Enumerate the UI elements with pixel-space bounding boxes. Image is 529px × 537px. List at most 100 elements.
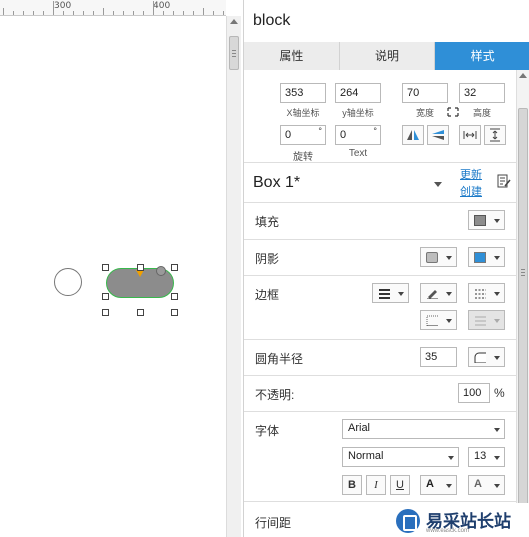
chevron-down-icon [398, 292, 404, 296]
resize-handle-se[interactable] [171, 309, 178, 316]
border-row: 边框 [244, 275, 517, 339]
tab-properties[interactable]: 属性 [244, 42, 340, 70]
lock-aspect-icon[interactable] [447, 106, 459, 117]
font-size-select[interactable]: 13 [468, 447, 505, 467]
font-color-label: A [426, 478, 434, 490]
inspector-panel: block 属性 说明 样式 353 X轴坐标 264 y轴坐标 70 宽度 3… [243, 0, 529, 537]
corner-radius-handle[interactable] [136, 270, 144, 277]
fill-color-swatch [474, 215, 486, 226]
text-rotation-value: 0 [340, 129, 347, 141]
border-visibility-dropdown[interactable] [420, 310, 457, 330]
ruler-tick [213, 11, 214, 15]
chevron-down-icon [494, 428, 500, 432]
shadow-row: 阴影 [244, 239, 517, 275]
corner-radius-row: 圆角半径 35 [244, 339, 517, 375]
border-thickness-dropdown[interactable] [372, 283, 409, 303]
chevron-down-icon [446, 319, 452, 323]
font-color-dropdown[interactable]: A [420, 475, 457, 495]
flip-vertical-icon[interactable] [427, 125, 449, 145]
chevron-down-icon [494, 356, 500, 360]
opacity-label: 不透明: [255, 388, 295, 402]
horizontal-ruler: 300 400 [0, 0, 226, 16]
rotation-handle[interactable] [156, 266, 166, 276]
width-input[interactable]: 70 [402, 83, 448, 103]
ruler-tick [103, 8, 104, 15]
resize-handle-nw[interactable] [102, 264, 109, 271]
fill-label: 填充 [255, 215, 280, 229]
fill-color-dropdown[interactable] [468, 210, 505, 230]
resize-handle-n[interactable] [137, 264, 144, 271]
ruler-tick [203, 8, 204, 15]
border-sides-icon [426, 315, 438, 326]
opacity-row: 不透明: 100 % [244, 375, 517, 411]
chevron-down-icon [446, 292, 452, 296]
style-name-dropdown-icon[interactable] [434, 182, 442, 187]
inspector-tabs: 属性 说明 样式 [244, 42, 529, 70]
inner-shadow-dropdown[interactable] [468, 247, 505, 267]
font-style-select[interactable]: Normal [342, 447, 459, 467]
ruler-tick [193, 11, 194, 15]
y-coordinate-input[interactable]: 264 [335, 83, 381, 103]
chevron-down-icon [446, 484, 452, 488]
resize-handle-ne[interactable] [171, 264, 178, 271]
panel-scroll-thumb[interactable] [518, 108, 528, 508]
update-style-link[interactable]: 更新 [460, 166, 482, 182]
resize-handle-w[interactable] [102, 293, 109, 300]
chevron-down-icon [448, 456, 454, 460]
flip-horizontal-icon[interactable] [402, 125, 424, 145]
watermark-logo [396, 509, 420, 533]
resize-handle-e[interactable] [171, 293, 178, 300]
chevron-down-icon [494, 256, 500, 260]
tab-style[interactable]: 样式 [435, 42, 529, 70]
opacity-input[interactable]: 100 [458, 383, 490, 403]
border-pattern-dropdown[interactable] [468, 283, 505, 303]
bold-button[interactable]: B [342, 475, 362, 495]
auto-fit-width-icon[interactable] [459, 125, 481, 145]
canvas-scroll-thumb[interactable] [229, 36, 239, 70]
text-highlight-dropdown[interactable]: A [468, 475, 505, 495]
x-coordinate-input[interactable]: 353 [280, 83, 326, 103]
font-family-select[interactable]: Arial [342, 419, 505, 439]
auto-fit-height-icon[interactable] [484, 125, 506, 145]
scroll-up-icon[interactable] [519, 73, 527, 78]
border-label: 边框 [255, 288, 280, 302]
style-editor-icon[interactable] [497, 174, 511, 188]
resize-handle-s[interactable] [137, 309, 144, 316]
resize-handle-sw[interactable] [102, 309, 109, 316]
underline-button[interactable]: U [390, 475, 410, 495]
shadow-label: 阴影 [255, 252, 280, 266]
line-spacing-label: 行间距 [255, 516, 292, 530]
panel-vertical-scrollbar[interactable] [516, 70, 529, 537]
border-color-dropdown[interactable] [420, 283, 457, 303]
arrow-style-icon [475, 316, 486, 326]
text-rotation-unit: ° [373, 126, 377, 136]
chevron-down-icon [494, 456, 500, 460]
ruler-tick [3, 8, 4, 15]
scroll-up-icon[interactable] [230, 19, 238, 24]
canvas-vertical-scrollbar[interactable] [226, 16, 241, 537]
ruler-tick [173, 11, 174, 15]
create-style-link[interactable]: 创建 [460, 183, 482, 199]
corner-radius-input[interactable]: 35 [420, 347, 457, 367]
ruler-tick [223, 11, 224, 15]
ruler-label-400: 400 [153, 1, 171, 11]
outer-shadow-dropdown[interactable] [420, 247, 457, 267]
corner-style-dropdown[interactable] [468, 347, 505, 367]
ruler-tick [83, 11, 84, 15]
rotation-input[interactable]: 0 ° [280, 125, 326, 145]
ruler-tick [13, 11, 14, 15]
text-rotation-input[interactable]: 0 ° [335, 125, 381, 145]
ruler-tick [93, 11, 94, 15]
font-style-value: Normal [348, 450, 384, 462]
ruler-tick [43, 11, 44, 15]
tab-notes[interactable]: 说明 [339, 42, 436, 70]
chevron-down-icon [446, 256, 452, 260]
circle-shape[interactable] [54, 268, 82, 296]
height-input[interactable]: 32 [459, 83, 505, 103]
style-name: Box 1* [253, 174, 301, 191]
ruler-tick [23, 11, 24, 15]
ruler-tick [53, 1, 54, 15]
shadow-icon [426, 252, 438, 263]
italic-button[interactable]: I [366, 475, 386, 495]
ruler-tick [143, 11, 144, 15]
